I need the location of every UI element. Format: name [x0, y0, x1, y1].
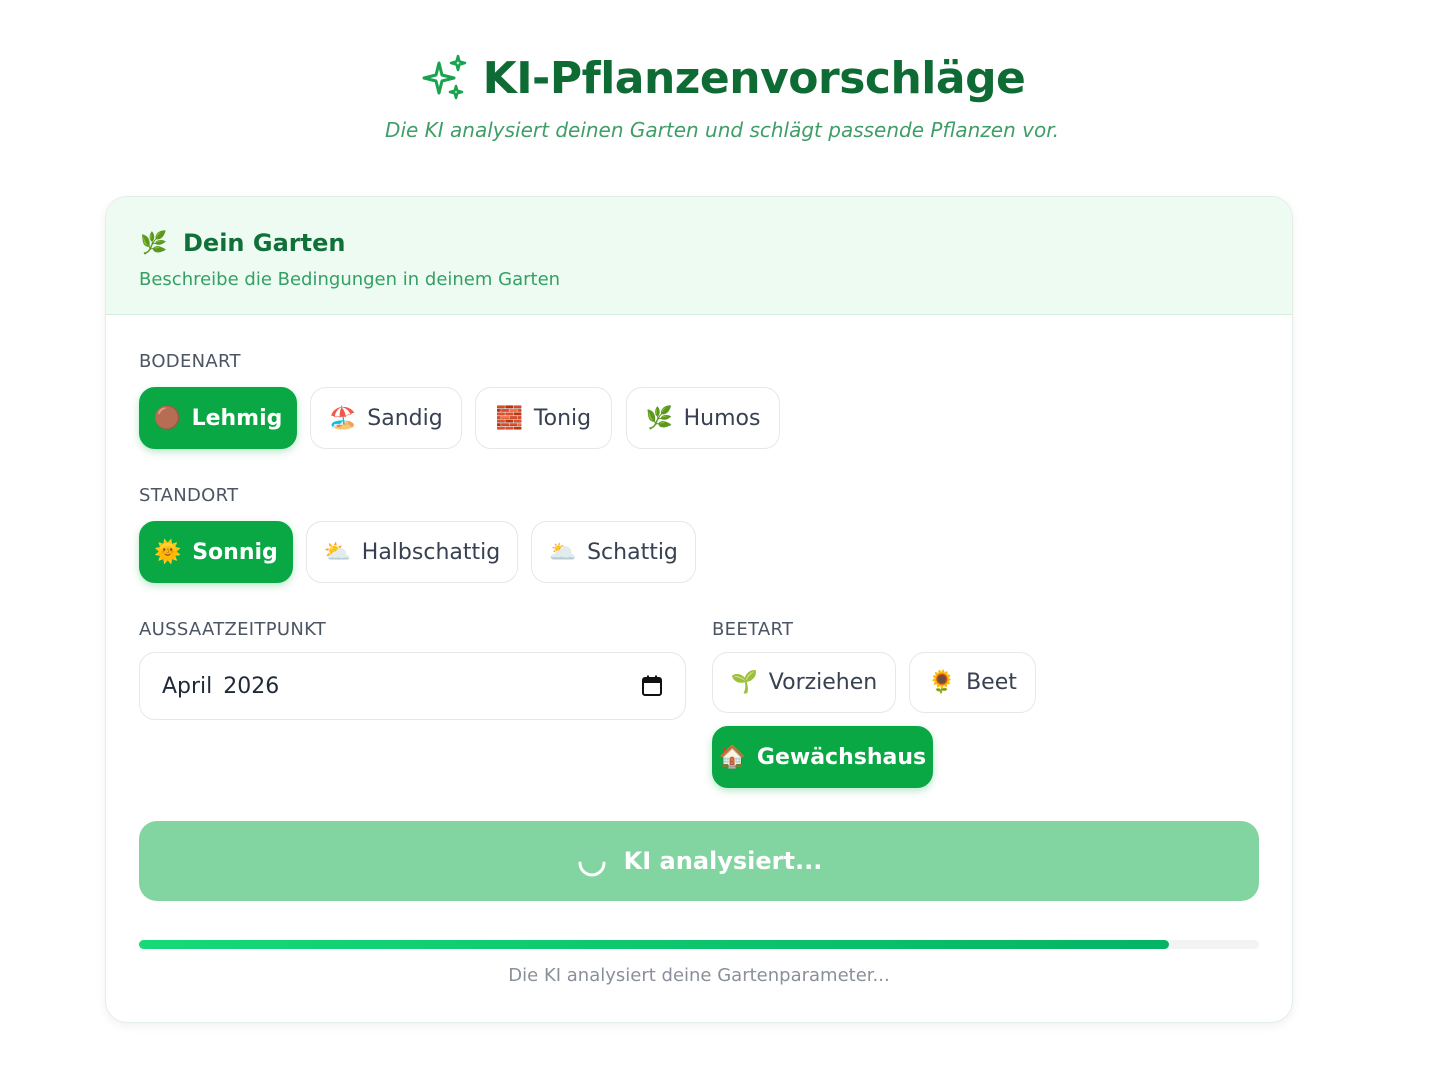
sun-behind-cloud-icon: ⛅: [323, 539, 352, 565]
beach-icon: 🏖️: [329, 405, 357, 431]
chip-label: Sandig: [367, 405, 443, 431]
sowing-month-value: April 2026: [162, 673, 280, 699]
brick-icon: 🧱: [495, 405, 524, 431]
herb-icon: 🌿: [140, 230, 168, 256]
chip-label: Beet: [966, 670, 1017, 695]
chip-label: Halbschattig: [361, 539, 501, 565]
location-option-sonnig[interactable]: 🌞 Sonnig: [139, 521, 293, 583]
chip-label: Vorziehen: [768, 670, 878, 695]
sun-icon: 🌞: [154, 539, 182, 565]
soil-label: BODENART: [139, 351, 241, 372]
herb-icon: 🌿: [645, 405, 673, 431]
seedling-icon: 🌱: [730, 670, 759, 695]
chip-label: Sonnig: [192, 539, 278, 565]
soil-option-humos[interactable]: 🌿 Humos: [626, 387, 780, 449]
calendar-icon[interactable]: [641, 675, 663, 697]
soil-option-sandig[interactable]: 🏖️ Sandig: [310, 387, 462, 449]
card-title-row: 🌿 Dein Garten: [139, 227, 1259, 259]
chip-label: Gewächshaus: [756, 744, 927, 770]
bed-option-vorziehen[interactable]: 🌱 Vorziehen: [712, 652, 896, 713]
spinner-icon: [578, 861, 606, 877]
garden-card: 🌿 Dein Garten Beschreibe die Bedingungen…: [105, 196, 1293, 1023]
progress-fill: [139, 940, 1170, 949]
chip-label: Tonig: [533, 405, 592, 431]
bed-option-gewaechshaus[interactable]: 🏠 Gewächshaus: [712, 726, 933, 788]
location-label: STANDORT: [139, 485, 239, 506]
chip-label: Lehmig: [191, 405, 283, 431]
chip-label: Humos: [683, 405, 761, 431]
sowing-month-input[interactable]: April 2026: [139, 652, 686, 720]
progress-bar: [139, 940, 1259, 949]
analyze-button-label: KI analysiert...: [623, 847, 823, 875]
sparkles-icon: [422, 54, 466, 100]
page-subtitle: Die KI analysiert deinen Garten und schl…: [385, 118, 1059, 142]
location-option-halbschattig[interactable]: ⛅ Halbschattig: [306, 521, 518, 583]
page-header: KI-Pflanzenvorschläge Die KI analysiert …: [0, 46, 1444, 143]
chip-label: Schattig: [587, 539, 678, 565]
analyze-button[interactable]: KI analysiert...: [139, 821, 1259, 901]
cloud-icon: 🌥️: [549, 539, 577, 565]
title-row: KI-Pflanzenvorschläge: [0, 46, 1444, 110]
progress-status-text: Die KI analysiert deine Gartenparameter.…: [508, 965, 890, 986]
bed-option-beet[interactable]: 🌻 Beet: [909, 652, 1036, 713]
bed-label: BEETART: [712, 619, 794, 640]
house-icon: 🏠: [718, 744, 747, 770]
sunflower-icon: 🌻: [928, 670, 956, 695]
page-title: KI-Pflanzenvorschläge: [482, 52, 1026, 104]
sowing-label: AUSSAATZEITPUNKT: [139, 619, 327, 640]
card-title: Dein Garten: [183, 229, 346, 257]
soil-option-tonig[interactable]: 🧱 Tonig: [475, 387, 612, 449]
location-option-schattig[interactable]: 🌥️ Schattig: [531, 521, 696, 583]
soil-option-lehmig[interactable]: 🟤 Lehmig: [139, 387, 297, 449]
soil-brown-circle-icon: 🟤: [153, 405, 181, 431]
card-header: 🌿 Dein Garten Beschreibe die Bedingungen…: [106, 197, 1292, 315]
card-description: Beschreibe die Bedingungen in deinem Gar…: [139, 269, 561, 290]
